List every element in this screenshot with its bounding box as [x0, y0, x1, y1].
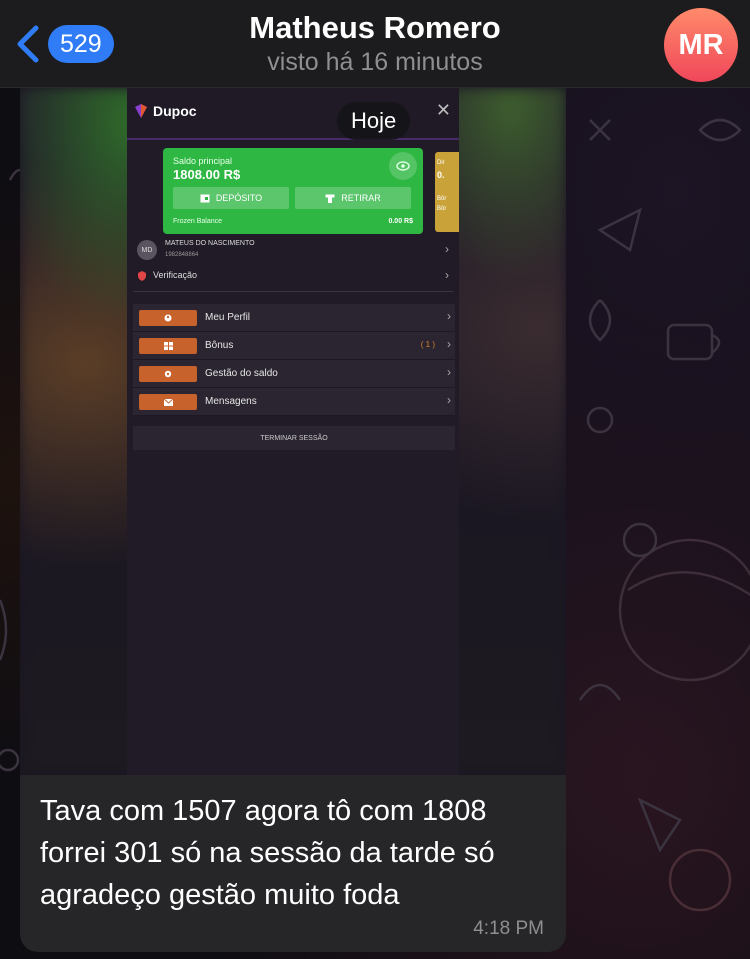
message-time: 4:18 PM: [473, 918, 544, 939]
dupoc-logo: Dupoc: [133, 103, 197, 119]
side-card-line: Bôr: [437, 196, 447, 202]
gift-icon: [139, 338, 197, 354]
menu-label: Gestão do saldo: [205, 368, 278, 379]
gear-icon: [139, 366, 197, 382]
side-card-line: Dir: [437, 160, 445, 166]
verification-row: Verificação ›: [137, 268, 453, 285]
app-topbar: Dupoc ✕: [127, 88, 459, 140]
close-icon: ✕: [435, 100, 451, 120]
chevron-right-icon: ›: [445, 268, 449, 282]
side-card-line: Bôr: [437, 206, 447, 212]
contact-avatar[interactable]: MR: [664, 8, 738, 82]
withdraw-label: RETIRAR: [341, 193, 381, 203]
user-id: 1982848864: [165, 252, 199, 258]
menu-label: Meu Perfil: [205, 312, 251, 323]
shield-icon: [138, 271, 146, 281]
divider: [133, 291, 453, 292]
withdraw-button: RETIRAR: [295, 187, 411, 209]
menu-item-bonus: Bônus ( 1 ) ›: [133, 332, 455, 360]
menu-label: Bônus: [205, 340, 234, 351]
envelope-icon: [139, 394, 197, 410]
menu-item-meu-perfil: Meu Perfil ›: [133, 304, 455, 332]
wallet-icon: [200, 194, 210, 202]
frozen-balance-label: Frozen Balance: [173, 218, 223, 225]
bonus-count: ( 1 ): [420, 340, 435, 349]
message-bubble: Dupoc ✕ Saldo principal 1808.00 R$ DEPÓS…: [20, 88, 566, 952]
chevron-right-icon: ›: [447, 309, 451, 323]
last-seen-status: visto há 16 minutos: [267, 48, 483, 76]
balance-card: Saldo principal 1808.00 R$ DEPÓSITO RETI…: [163, 148, 423, 234]
user-icon: [139, 310, 197, 326]
logout-button: TERMINAR SESSÃO: [133, 426, 455, 450]
chat-header: 529 Matheus Romero visto há 16 minutos M…: [0, 0, 750, 88]
photo-attachment[interactable]: Dupoc ✕ Saldo principal 1808.00 R$ DEPÓS…: [20, 88, 566, 775]
side-card-line: 0.: [437, 170, 445, 180]
user-row: MD MATEUS DO NASCIMENTO 1982848864 ›: [137, 238, 453, 264]
withdraw-icon: [325, 194, 335, 203]
menu-item-mensagens: Mensagens ›: [133, 388, 455, 416]
eye-icon: [389, 152, 417, 180]
bonus-card-partial: Dir 0. Bôr Bôr: [435, 152, 459, 232]
chevron-right-icon: ›: [445, 242, 449, 256]
deposit-label: DEPÓSITO: [215, 193, 263, 203]
deposit-button: DEPÓSITO: [173, 187, 289, 209]
menu-item-gestao-do-saldo: Gestão do saldo ›: [133, 360, 455, 388]
menu-label: Mensagens: [205, 396, 257, 407]
contact-name[interactable]: Matheus Romero: [0, 10, 750, 46]
app-screenshot: Dupoc ✕ Saldo principal 1808.00 R$ DEPÓS…: [127, 88, 459, 775]
account-menu: Meu Perfil › Bônus ( 1 ) › Gestão do sal…: [133, 304, 455, 416]
app-name: Dupoc: [153, 103, 197, 119]
dupoc-logo-icon: [135, 104, 147, 118]
user-name: MATEUS DO NASCIMENTO: [165, 240, 255, 247]
message-text[interactable]: Tava com 1507 agora tô com 1808 forrei 3…: [40, 790, 552, 916]
balance-value: 1808.00 R$: [173, 167, 241, 182]
chevron-right-icon: ›: [447, 365, 451, 379]
verification-label: Verificação: [153, 270, 198, 280]
balance-label: Saldo principal: [173, 156, 233, 166]
user-avatar: MD: [137, 240, 157, 260]
date-pill: Hoje: [337, 102, 411, 140]
frozen-balance-value: 0.00 R$: [388, 218, 413, 225]
chevron-right-icon: ›: [447, 393, 451, 407]
chevron-right-icon: ›: [447, 337, 451, 351]
